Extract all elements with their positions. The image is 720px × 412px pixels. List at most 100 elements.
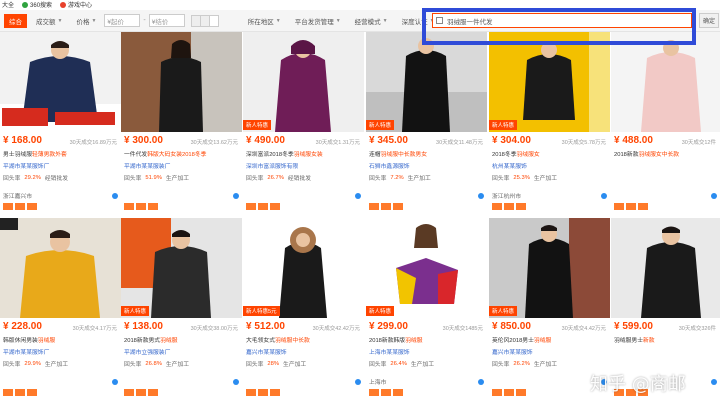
product-image[interactable]: [0, 218, 121, 318]
chat-icon[interactable]: [112, 193, 118, 199]
chevron-down-icon: ▼: [382, 17, 388, 24]
service-tags: [246, 203, 280, 210]
product-image[interactable]: [611, 32, 720, 132]
service-tag-icon: [3, 203, 13, 210]
repeat-rate-row: 回头率 26.7% 经销批发: [246, 174, 312, 183]
product-card[interactable]: 新人特惠 ¥ 138.00 30天成交38.00万元 2018新款男式羽绒服 平湖市立强…: [121, 218, 242, 402]
chat-icon[interactable]: [233, 379, 239, 385]
bookmark-item[interactable]: 大全: [2, 0, 14, 9]
product-title[interactable]: 2018新款羽绒服女中长款: [614, 149, 720, 158]
shop-link[interactable]: 平湖市某某服饰厂: [3, 161, 118, 170]
product-image[interactable]: [243, 218, 364, 318]
chat-icon[interactable]: [711, 379, 717, 385]
service-tags: [246, 389, 280, 396]
product-sales: 30天成交12件: [681, 140, 716, 146]
product-title[interactable]: 大毛领女式羽绒服中长款: [246, 335, 361, 344]
search-confirm-button[interactable]: 确定: [699, 13, 719, 28]
product-card[interactable]: ¥ 488.00 30天成交12件 2018新款羽绒服女中长款: [611, 32, 720, 216]
price-to-input[interactable]: ¥结价: [148, 14, 185, 27]
sort-price-button[interactable]: 价格 ▼: [71, 14, 101, 28]
shop-link[interactable]: 深圳市富派服饰有限: [246, 161, 361, 170]
sort-default-button[interactable]: 综合: [4, 13, 27, 28]
product-card[interactable]: ¥ 168.00 30天成交16.89万元 男士羽绒服轻薄男款外套 平湖市某某服饰厂回…: [0, 32, 121, 216]
product-card[interactable]: ¥ 228.00 30天成交4.17万元 韩版休闲男装羽绒服 平湖市某某服饰厂 回头率 2…: [0, 218, 121, 402]
chat-icon[interactable]: [478, 193, 484, 199]
product-title[interactable]: 2018新款男式羽绒服: [124, 335, 239, 344]
product-title[interactable]: 2018冬季羽绒服女: [492, 149, 607, 158]
operation-dropdown[interactable]: 经营模式 ▼: [350, 14, 393, 28]
product-card[interactable]: 新人特惠5元 ¥ 512.00 30天成交42.42万元 大毛领女式羽绒服中长款 嘉兴市…: [243, 218, 364, 402]
product-card[interactable]: 新人特惠 ¥ 345.00 30天成交11.48万元 连帽羽绒服中长款男女 石狮市鑫源服…: [366, 32, 487, 216]
product-title[interactable]: 2018新款韩版羽绒服: [369, 335, 484, 344]
product-card[interactable]: 新人特惠 ¥ 304.00 30天成交5.78万元 2018冬季羽绒服女 杭州某某服饰回…: [489, 32, 610, 216]
product-title[interactable]: 一件代发韩版大码女装2018冬季: [124, 149, 239, 158]
price-separator: -: [143, 17, 146, 24]
product-sales: 30天成交5.78万元: [561, 140, 606, 146]
promo-badge: 新人特惠5元: [243, 306, 280, 316]
service-tag-icon: [27, 203, 37, 210]
product-image[interactable]: [121, 32, 242, 132]
shop-link[interactable]: 石狮市鑫源服饰: [369, 161, 484, 170]
product-title[interactable]: 连帽羽绒服中长款男女: [369, 149, 484, 158]
product-title[interactable]: 英伦风2018男士羽绒服: [492, 335, 607, 344]
bookmark-item[interactable]: 360搜索: [22, 0, 52, 9]
sort-price-label: 价格: [76, 18, 90, 26]
product-card[interactable]: ¥ 300.00 30天成交13.62万元 一件代发韩版大码女装2018冬季 平湖市某…: [121, 32, 242, 216]
product-sales: 30天成交4.42万元: [561, 326, 606, 332]
promo-badge: 新人特惠: [489, 306, 518, 316]
product-image[interactable]: [489, 32, 610, 132]
product-card[interactable]: 新人特惠 ¥ 490.00 30天成交1.31万元 深圳富派2018冬季羽绒服女装 深圳…: [243, 32, 364, 216]
service-tag-icon: [381, 203, 391, 210]
chevron-down-icon: ▼: [335, 17, 341, 24]
repeat-rate-row: 回头率 29.9% 生产加工: [3, 360, 69, 369]
bookmark-item[interactable]: 游戏中心: [60, 0, 92, 9]
product-image[interactable]: [611, 218, 720, 318]
chat-icon[interactable]: [478, 379, 484, 385]
service-tags: [614, 203, 648, 210]
bookmark-label: 360搜索: [30, 3, 53, 9]
shop-link[interactable]: 嘉兴市某某服饰: [246, 347, 361, 356]
service-tag-icon: [504, 389, 514, 396]
service-tag-icon: [369, 203, 379, 210]
shop-link[interactable]: 上海市某某服饰: [369, 347, 484, 356]
price-from-input[interactable]: ¥起价: [104, 14, 141, 27]
product-image[interactable]: [489, 218, 610, 318]
shop-link[interactable]: 平湖市某某服装厂: [124, 161, 239, 170]
chat-icon[interactable]: [355, 193, 361, 199]
product-title[interactable]: 羽绒服男士新款: [614, 335, 720, 344]
chat-icon[interactable]: [233, 193, 239, 199]
product-image[interactable]: [366, 32, 487, 132]
search-360-icon: [22, 1, 29, 8]
location-dropdown[interactable]: 所在地区 ▼: [243, 14, 286, 28]
product-image[interactable]: [366, 218, 487, 318]
sort-sales-button[interactable]: 成交额 ▼: [31, 14, 67, 28]
platform-dropdown[interactable]: 平台发货管理 ▼: [290, 14, 346, 28]
view-toggle[interactable]: [190, 14, 219, 27]
shop-link[interactable]: 平湖市某某服饰厂: [3, 347, 118, 356]
product-image[interactable]: [121, 218, 242, 318]
product-image[interactable]: [243, 32, 364, 132]
chat-icon[interactable]: [355, 379, 361, 385]
product-price: ¥ 345.00: [369, 135, 408, 146]
product-title[interactable]: 韩版休闲男装羽绒服: [3, 335, 118, 344]
shop-link[interactable]: 杭州某某服饰: [492, 161, 607, 170]
service-tag-icon: [27, 389, 37, 396]
chat-icon[interactable]: [112, 379, 118, 385]
product-price: ¥ 299.00: [369, 321, 408, 332]
product-card[interactable]: 新人特惠 ¥ 299.00 30天成交1485元 2018新款韩版羽绒服 上海市某某服饰…: [366, 218, 487, 402]
chat-icon[interactable]: [711, 193, 717, 199]
service-tag-icon: [504, 203, 514, 210]
service-tags: [369, 203, 403, 210]
product-title[interactable]: 深圳富派2018冬季羽绒服女装: [246, 149, 361, 158]
search-input[interactable]: 羽绒服一件代发: [432, 13, 692, 28]
checkbox-icon[interactable]: [436, 17, 443, 24]
product-price: ¥ 599.00: [614, 321, 653, 332]
shop-link[interactable]: 平湖市立强服装厂: [124, 347, 239, 356]
service-tag-icon: [246, 389, 256, 396]
chat-icon[interactable]: [601, 193, 607, 199]
chevron-down-icon: ▼: [57, 17, 63, 24]
product-title[interactable]: 男士羽绒服轻薄男款外套: [3, 149, 118, 158]
product-image[interactable]: [0, 32, 121, 132]
shop-link[interactable]: 嘉兴市某某服饰: [492, 347, 607, 356]
product-price: ¥ 304.00: [492, 135, 531, 146]
